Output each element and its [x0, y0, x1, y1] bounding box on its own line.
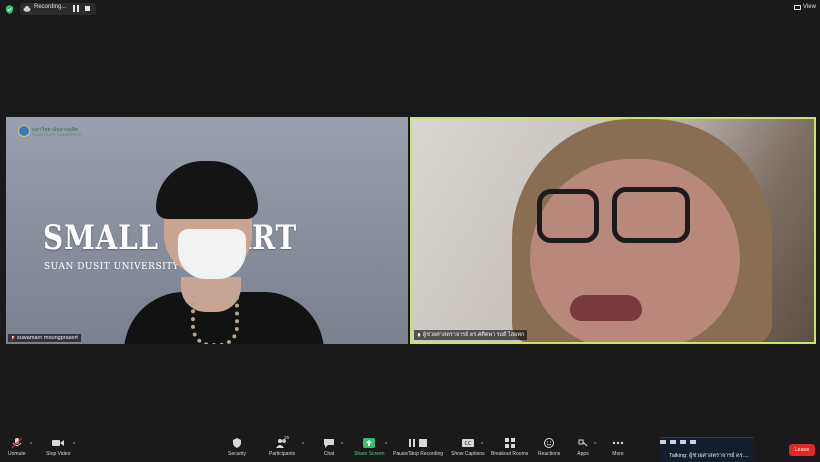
breakout-rooms-button[interactable]: Breakout Rooms	[491, 438, 528, 457]
chat-bubble-icon	[324, 439, 334, 448]
more-button[interactable]: More	[612, 438, 624, 457]
pause-stop-recording-label: Pause/Stop Recording	[393, 451, 444, 457]
chat-button[interactable]: Chat	[323, 438, 335, 457]
cloud-recording-icon	[23, 6, 31, 12]
breakout-rooms-icon	[504, 438, 515, 448]
view-button[interactable]: View	[794, 4, 816, 10]
share-screen-icon	[363, 438, 376, 448]
pause-stop-icon	[409, 439, 428, 447]
video-tile-left[interactable]: มหาวิทยาลัยสวนดุสิต SUAN DUSIT UNIVERSIT…	[6, 117, 408, 344]
talking-view-controls[interactable]	[660, 440, 696, 444]
view-label: View	[803, 4, 816, 10]
recording-label: Recording...	[34, 4, 67, 10]
reactions-button[interactable]: Reactions	[538, 438, 560, 457]
participants-label: Participants	[269, 451, 296, 457]
shield-icon[interactable]	[5, 5, 14, 14]
participant-name-tag: suwamarn moungprasert	[8, 334, 81, 342]
participants-count: 25	[284, 435, 290, 440]
video-camera-icon	[52, 440, 65, 446]
participants-button[interactable]: 25 Participants	[269, 435, 296, 457]
captions-icon: CC	[461, 439, 474, 447]
video-options-caret[interactable]: ^	[73, 442, 75, 448]
show-captions-button[interactable]: CC Show Captions	[451, 438, 485, 457]
share-options-caret[interactable]: ^	[385, 442, 387, 448]
mic-icon	[417, 332, 421, 337]
participant-name: ผู้ช่วยศาสตราจารย์ ดร.ศศิตพา รอดี ไสผทก	[423, 332, 525, 338]
svg-text:CC: CC	[464, 441, 471, 447]
talking-indicator: Talking: ผู้ช่วยศาสตราจารย์ ดร....	[660, 437, 754, 462]
arrow-up-icon	[366, 440, 373, 446]
minimize-icon[interactable]	[660, 440, 666, 444]
apps-label: Apps	[577, 451, 589, 457]
participant-hair	[156, 161, 258, 219]
ellipsis-icon	[612, 441, 624, 445]
glasses-lens-right	[612, 187, 690, 243]
apps-options-caret[interactable]: ^	[594, 442, 596, 448]
participants-icon: 25	[276, 435, 290, 448]
unmute-button[interactable]: Unmute	[8, 438, 26, 457]
gallery-view-icon[interactable]	[690, 440, 696, 444]
stop-recording-icon[interactable]	[85, 6, 90, 11]
participant-necklace	[191, 295, 239, 344]
unmute-label: Unmute	[8, 451, 26, 457]
security-label: Security	[228, 451, 247, 457]
chat-options-caret[interactable]: ^	[341, 442, 343, 448]
participants-options-caret[interactable]: ^	[302, 442, 304, 448]
shield-icon	[233, 438, 242, 448]
participant-name: suwamarn moungprasert	[17, 335, 78, 341]
show-captions-label: Show Captions	[451, 451, 485, 457]
share-screen-button[interactable]: Share Screen	[354, 438, 385, 457]
participant-name-tag: ผู้ช่วยศาสตราจารย์ ดร.ศศิตพา รอดี ไสผทก	[414, 330, 528, 340]
view-grid-icon	[794, 4, 801, 10]
mic-muted-icon	[11, 335, 15, 341]
pause-stop-recording-button[interactable]: Pause/Stop Recording	[393, 438, 443, 457]
thumbnail-view-icon[interactable]	[680, 440, 686, 444]
apps-button[interactable]: Apps	[577, 438, 589, 457]
security-button[interactable]: Security	[228, 438, 246, 457]
speaker-view-icon[interactable]	[670, 440, 676, 444]
audio-options-caret[interactable]: ^	[30, 442, 32, 448]
chat-label: Chat	[323, 451, 335, 457]
glasses-lens-left	[537, 189, 599, 243]
talking-text: Talking: ผู้ช่วยศาสตราจารย์ ดร....	[669, 453, 749, 459]
pause-recording-icon[interactable]	[73, 5, 79, 12]
captions-options-caret[interactable]: ^	[481, 442, 483, 448]
stop-video-label: Stop Video	[46, 451, 71, 457]
face-mask	[178, 229, 246, 279]
slide-org-name-en: SUAN DUSIT UNIVERSITY	[32, 132, 82, 137]
share-screen-label: Share Screen	[354, 451, 385, 457]
stop-video-button[interactable]: Stop Video	[46, 438, 70, 457]
smiley-icon	[544, 438, 555, 448]
more-label: More	[612, 451, 624, 457]
mic-muted-icon	[11, 438, 23, 448]
breakout-rooms-label: Breakout Rooms	[491, 451, 529, 457]
university-logo	[18, 125, 30, 137]
participant-lips	[570, 295, 642, 321]
leave-button[interactable]: Leave	[789, 444, 815, 456]
reactions-label: Reactions	[538, 451, 561, 457]
apps-icon	[578, 439, 588, 447]
video-tile-right-active-speaker[interactable]: ผู้ช่วยศาสตราจารย์ ดร.ศศิตพา รอดี ไสผทก	[410, 117, 816, 344]
